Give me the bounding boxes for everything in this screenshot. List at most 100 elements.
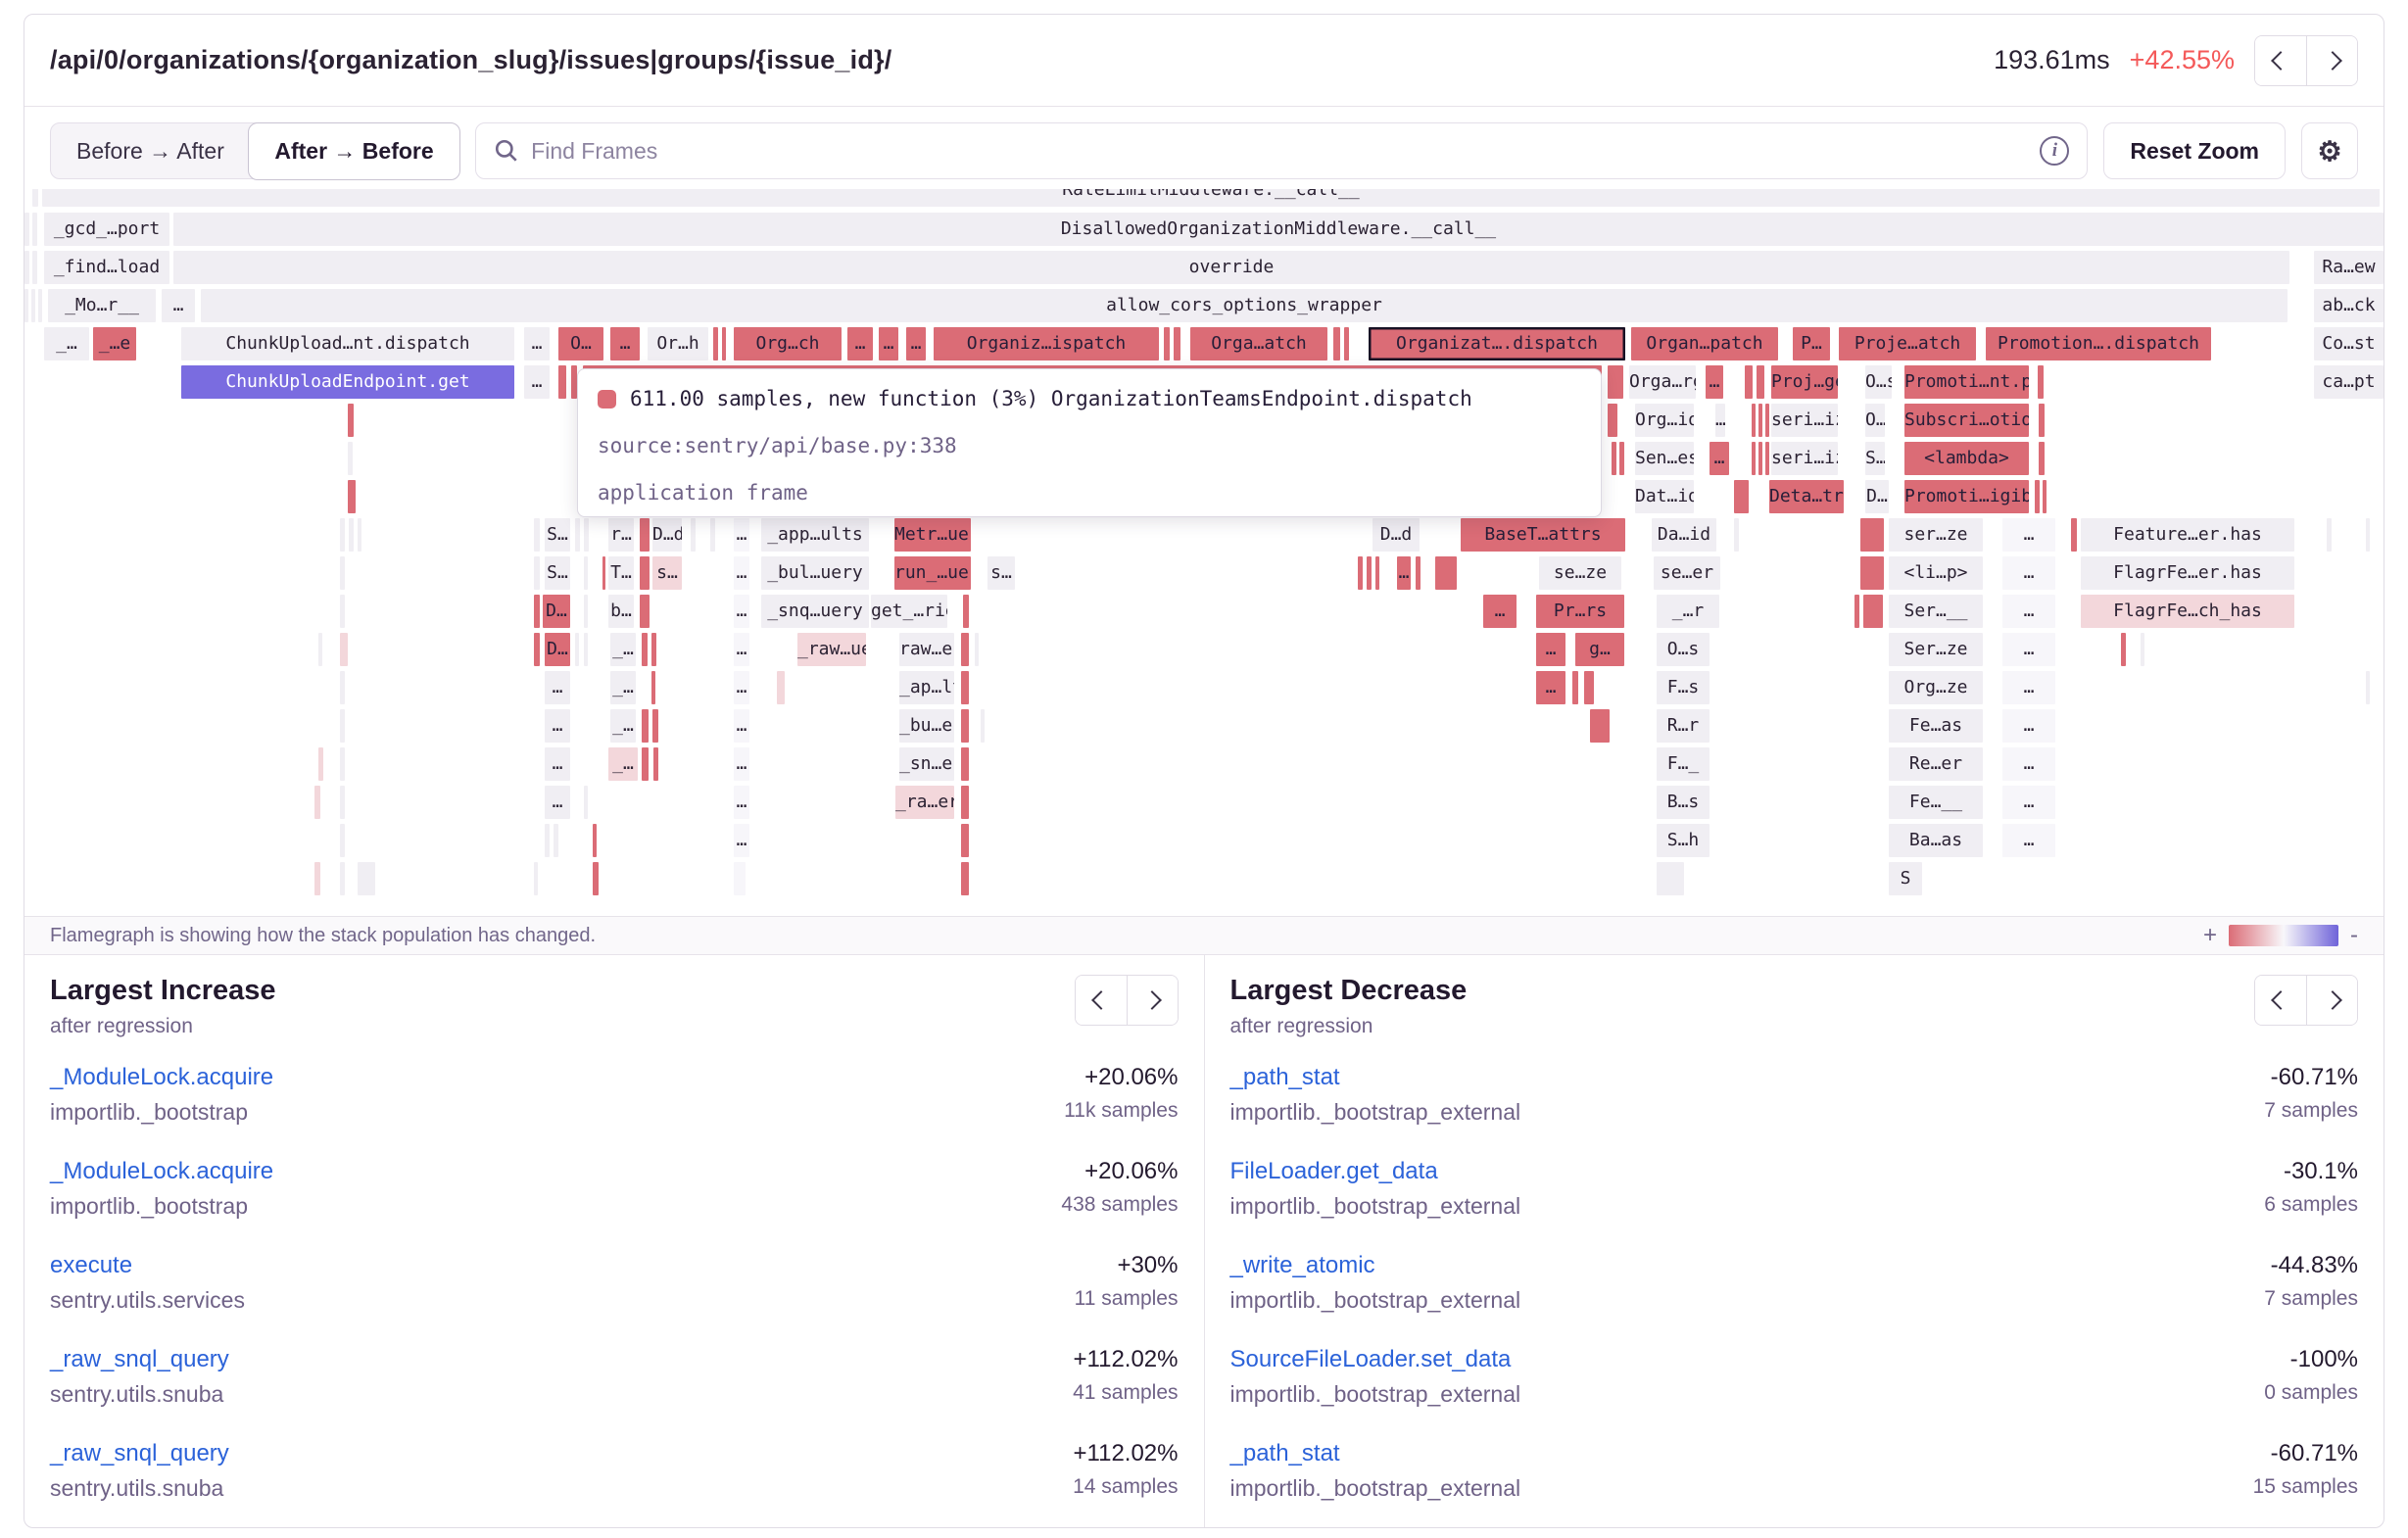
flame-frame[interactable]: T… [608,556,634,590]
flame-frame[interactable] [32,189,38,207]
flame-frame[interactable]: Ser…ze [1889,633,1983,666]
flame-frame[interactable] [981,709,985,743]
flame-frame[interactable]: se…ze [1539,556,1621,590]
flame-frame[interactable]: Pr…rs [1536,595,1624,628]
flame-frame[interactable]: … [162,289,195,322]
flame-frame[interactable]: _ra…ery [895,786,954,819]
flame-frame[interactable]: S [1889,862,1922,895]
flame-frame[interactable]: … [524,327,550,360]
flame-frame[interactable]: S…h [1657,824,1710,857]
flame-frame[interactable] [961,709,969,743]
flame-frame[interactable] [1174,327,1180,360]
flame-frame[interactable] [642,747,649,781]
next-button[interactable] [2306,36,2357,85]
flame-frame[interactable]: O… [558,327,603,360]
flame-frame[interactable]: D…d [1373,518,1420,552]
flame-frame[interactable]: Deta…trs [1769,480,1844,513]
flame-frame[interactable]: … [1715,404,1725,437]
before-after-toggle[interactable]: Before → After [51,123,250,178]
flame-frame[interactable] [1757,365,1764,399]
flame-frame[interactable] [38,289,42,322]
flame-frame[interactable]: … [524,365,550,399]
flame-frame[interactable]: r… [608,518,634,552]
flame-frame[interactable] [1860,518,1884,552]
function-link[interactable]: _ModuleLock.acquire [50,1158,1061,1185]
flame-frame[interactable]: … [734,556,749,590]
flame-frame[interactable]: Promoti…igible [1904,480,2029,513]
flame-frame[interactable]: P… [1793,327,1830,360]
reset-zoom-button[interactable]: Reset Zoom [2103,122,2286,179]
flame-frame[interactable] [545,824,550,857]
flame-frame[interactable]: _gcd_…port [44,213,169,246]
flame-frame[interactable]: F…s [1657,671,1710,704]
flame-frame[interactable] [340,709,345,743]
flame-frame[interactable] [961,671,969,704]
flame-frame[interactable]: … [1536,633,1565,666]
flame-frame[interactable]: … [545,709,570,743]
flame-frame[interactable]: … [2002,824,2055,857]
flame-frame[interactable]: Sen…ess [1635,442,1694,475]
flame-frame[interactable] [651,671,655,704]
flame-frame[interactable]: … [2002,671,2055,704]
flame-frame[interactable] [2366,671,2370,704]
flame-frame[interactable]: … [847,327,873,360]
flame-frame[interactable] [584,595,588,628]
flame-frame[interactable]: _… [610,671,636,704]
flame-frame[interactable] [1758,404,1762,437]
flame-frame[interactable] [575,633,579,666]
flame-frame[interactable]: … [545,747,570,781]
flame-frame[interactable] [314,862,320,895]
flame-frame[interactable]: run_…uery [894,556,971,590]
flame-frame[interactable] [318,747,323,781]
prev-button[interactable] [2255,976,2306,1025]
find-frames-search[interactable]: i [475,122,2088,179]
flame-frame[interactable]: … [734,595,749,628]
flame-frame[interactable] [358,518,361,552]
flame-frame[interactable]: … [545,671,570,704]
flame-frame[interactable] [713,327,718,360]
flame-frame[interactable] [1333,327,1340,360]
flame-frame[interactable]: … [1536,671,1565,704]
flame-frame[interactable]: Da…id [1652,518,1716,552]
flame-frame[interactable]: S… [545,556,570,590]
flame-frame[interactable]: … [734,824,749,857]
flame-frame[interactable]: … [906,327,926,360]
prev-button[interactable] [1076,976,1127,1025]
flame-frame[interactable] [1375,556,1379,590]
prev-button[interactable] [2255,36,2306,85]
flame-frame[interactable]: Org…ze [1889,671,1983,704]
flame-frame[interactable]: Co…st [2314,327,2384,360]
flame-frame[interactable] [1752,442,1756,475]
flame-frame[interactable] [348,442,353,475]
flame-frame[interactable]: … [2002,556,2055,590]
flame-frame[interactable]: Re…er [1889,747,1983,781]
flame-frame[interactable] [24,289,28,322]
flame-frame[interactable]: R…r [1657,709,1710,743]
flame-frame[interactable]: _raw…uery [797,633,866,666]
flame-frame[interactable]: O…s [1657,633,1710,666]
flame-frame[interactable] [640,518,650,552]
flame-frame[interactable]: D… [543,595,570,628]
flame-frame[interactable] [558,365,566,399]
after-before-toggle[interactable]: After → Before [248,122,459,180]
flame-frame[interactable]: _…r [1657,595,1719,628]
flame-frame[interactable]: _Mo…r__ [48,289,156,322]
function-link[interactable]: _ModuleLock.acquire [50,1064,1064,1091]
flame-frame[interactable]: … [1710,442,1729,475]
flame-frame[interactable]: … [2002,786,2055,819]
flame-frame[interactable] [1590,709,1610,743]
flame-frame[interactable] [340,595,345,628]
flame-frame[interactable]: FlagrFe…ch_has [2081,595,2294,628]
flame-frame[interactable] [340,786,345,819]
flame-frame[interactable] [1860,556,1884,590]
flame-frame[interactable]: _snq…uery [761,595,869,628]
flame-frame[interactable] [1657,862,1684,895]
flame-frame[interactable]: _… [44,327,89,360]
flame-frame[interactable]: Orga…rgs [1629,365,1696,399]
flame-frame[interactable]: ser…ze [1889,518,1983,552]
flame-frame[interactable] [602,556,605,590]
flame-frame[interactable] [349,518,354,552]
info-icon[interactable]: i [2040,136,2069,166]
flame-frame[interactable]: Organizat….dispatch [1369,327,1625,360]
flame-frame[interactable] [1752,404,1756,437]
